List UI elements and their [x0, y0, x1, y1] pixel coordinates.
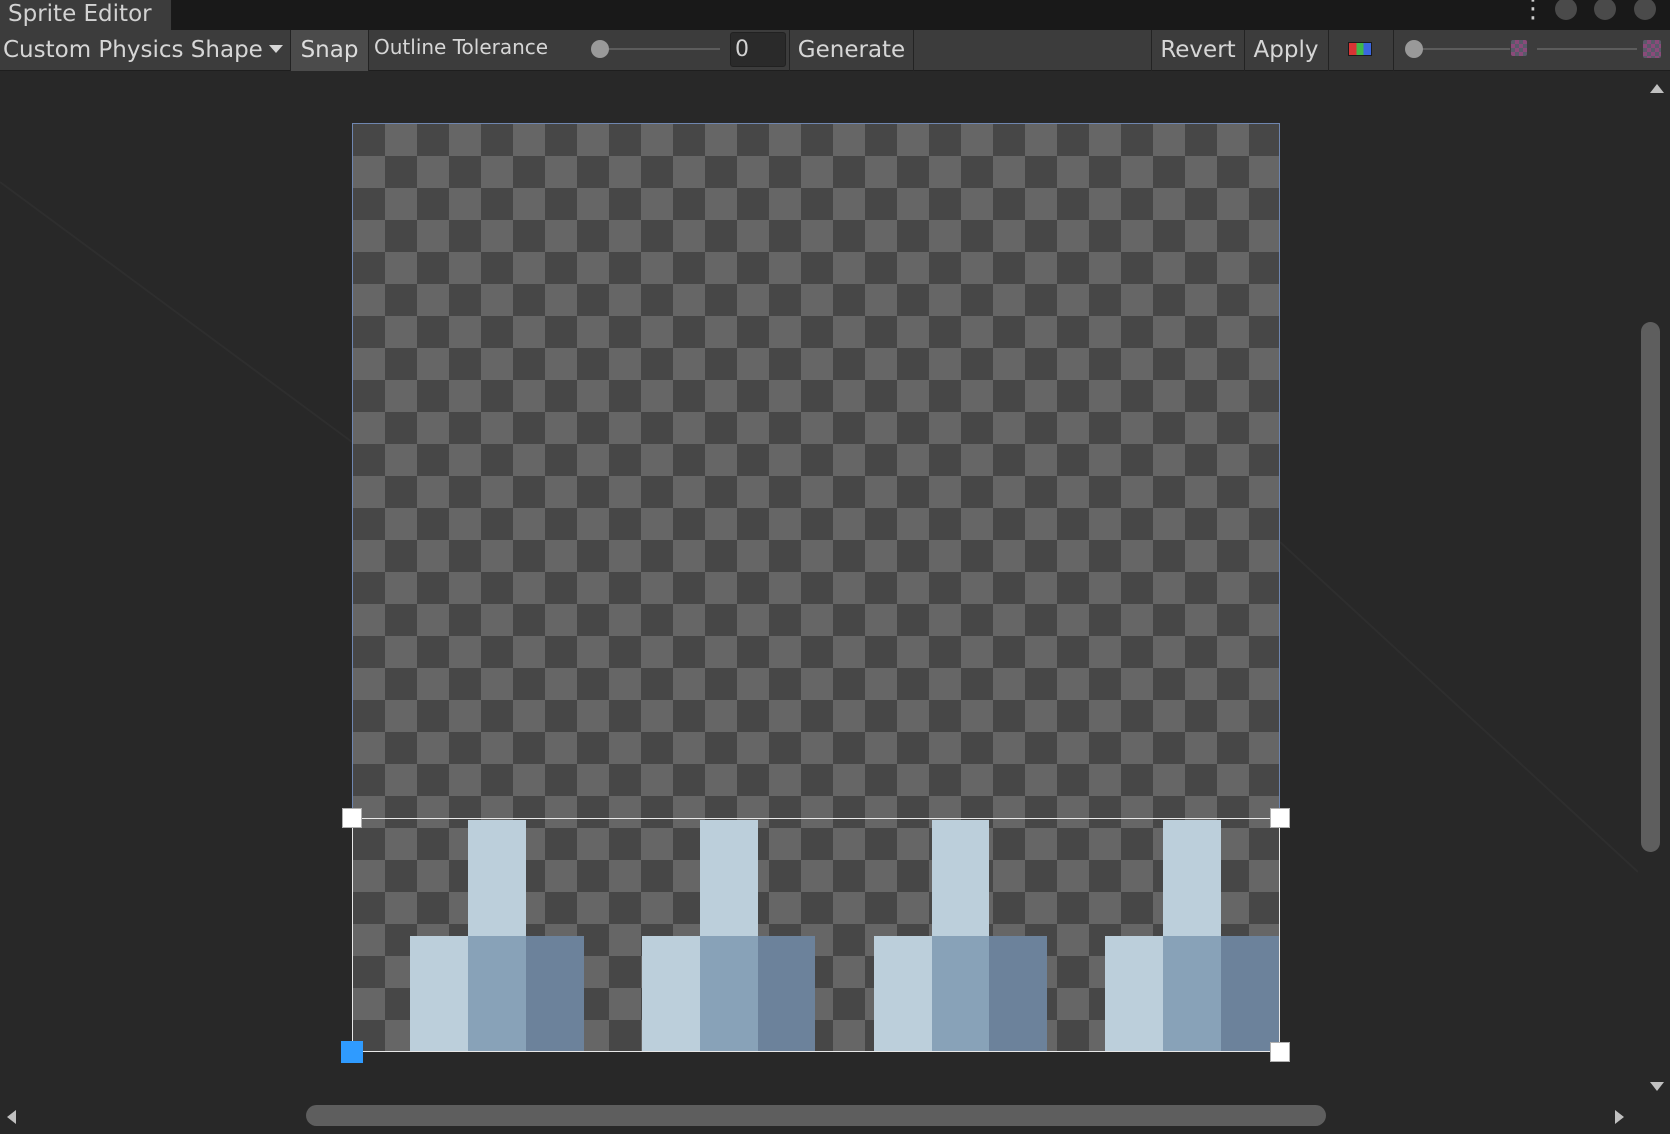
outline-tolerance-label: Outline Tolerance — [374, 35, 549, 59]
more-options-icon[interactable]: ⋮ — [1520, 0, 1546, 30]
scroll-down-arrow-icon[interactable] — [1650, 1082, 1664, 1091]
revert-button[interactable]: Revert — [1152, 30, 1244, 71]
bottle-4-body-dark — [1221, 936, 1280, 1051]
snap-toggle[interactable]: Snap — [291, 30, 368, 71]
zoom-slider-knob[interactable] — [1405, 40, 1423, 58]
toolbar-divider — [1393, 30, 1394, 71]
bottle-2-body-mid — [700, 936, 758, 1051]
mip-slider-track[interactable] — [1537, 48, 1637, 50]
chevron-down-icon — [268, 45, 283, 53]
resize-handle-top-left[interactable] — [342, 808, 362, 828]
bottle-2-body-dark — [758, 936, 815, 1051]
toolbar: Custom Physics Shape Snap Outline Tolera… — [0, 30, 1670, 71]
window-controls: ⋮ — [1510, 0, 1670, 30]
zoom-slider-track[interactable] — [1420, 48, 1510, 50]
bottle-3-body-light — [874, 936, 932, 1051]
sprite-editor-window: Sprite Editor ⋮ Custom Physics Shape Sna… — [0, 0, 1670, 1134]
apply-button[interactable]: Apply — [1245, 30, 1327, 71]
bottle-1-body-dark — [526, 936, 584, 1051]
mip-level-large-icon — [1643, 40, 1661, 58]
bottle-1-body-light — [410, 936, 468, 1051]
rgb-channel-icon[interactable] — [1348, 42, 1372, 56]
mip-level-small-icon — [1511, 40, 1527, 56]
resize-handle-top-right[interactable] — [1270, 808, 1290, 828]
mode-dropdown[interactable]: Custom Physics Shape — [3, 30, 283, 71]
bottle-3-body-mid — [932, 936, 989, 1051]
bottle-4-body-light — [1105, 936, 1163, 1051]
toolbar-divider — [368, 30, 369, 71]
bottle-1-neck — [468, 820, 526, 936]
minimize-button[interactable] — [1555, 0, 1577, 20]
pivot-handle[interactable] — [341, 1041, 363, 1063]
title-bar: Sprite Editor ⋮ — [0, 0, 1670, 30]
outline-tolerance-field[interactable]: 0 — [730, 32, 786, 67]
outline-tolerance-slider-knob[interactable] — [591, 40, 609, 58]
generate-label: Generate — [797, 37, 906, 63]
apply-label: Apply — [1253, 37, 1319, 63]
bottle-4-body-mid — [1163, 936, 1221, 1051]
snap-label: Snap — [300, 37, 359, 63]
revert-label: Revert — [1160, 37, 1236, 63]
bottle-1-body-mid — [468, 936, 526, 1051]
generate-button[interactable]: Generate — [790, 30, 913, 71]
horizontal-scroll-thumb[interactable] — [306, 1105, 1326, 1126]
bottle-2-neck — [700, 820, 758, 936]
bottle-2-body-light — [642, 936, 700, 1051]
bottle-4-neck — [1163, 820, 1221, 936]
bottle-3-neck — [932, 820, 989, 936]
toolbar-divider — [913, 30, 914, 71]
mode-dropdown-label: Custom Physics Shape — [3, 37, 263, 63]
outline-tolerance-slider-track[interactable] — [600, 48, 720, 50]
scroll-up-arrow-icon[interactable] — [1650, 84, 1664, 93]
scroll-left-arrow-icon[interactable] — [7, 1110, 16, 1124]
vertical-scroll-thumb[interactable] — [1641, 322, 1660, 852]
sprite-canvas[interactable] — [0, 72, 1638, 1100]
maximize-button[interactable] — [1594, 0, 1616, 20]
bottle-3-body-dark — [989, 936, 1047, 1051]
toolbar-divider — [1328, 30, 1329, 71]
window-title: Sprite Editor — [8, 1, 152, 27]
sprite-editor-tab[interactable]: Sprite Editor — [0, 0, 172, 30]
resize-handle-bottom-right[interactable] — [1270, 1042, 1290, 1062]
scroll-right-arrow-icon[interactable] — [1615, 1110, 1624, 1124]
close-button[interactable] — [1634, 0, 1656, 20]
